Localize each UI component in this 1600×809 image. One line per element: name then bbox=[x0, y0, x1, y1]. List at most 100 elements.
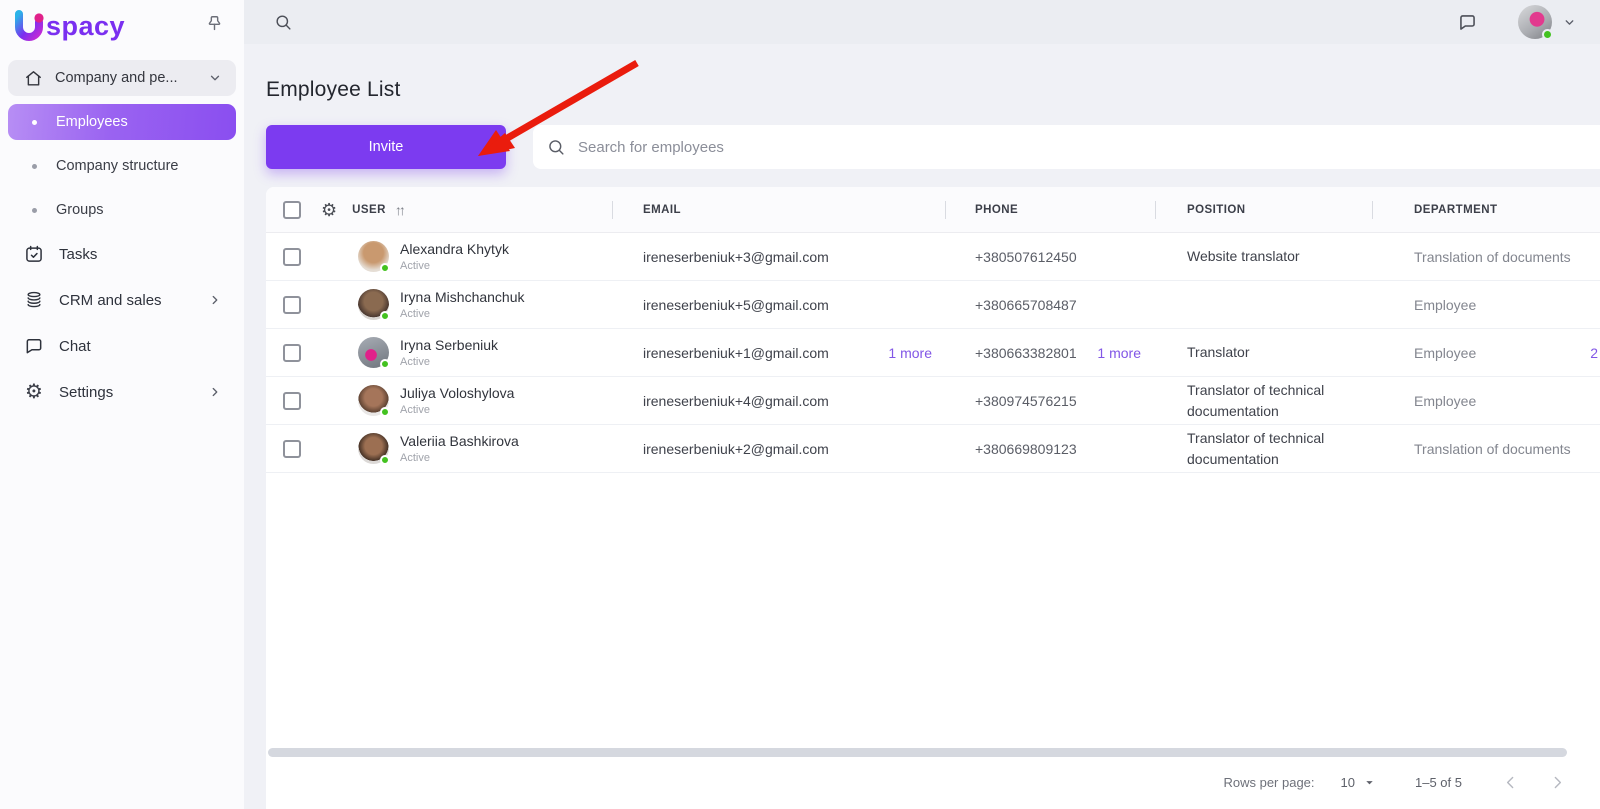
topbar bbox=[244, 0, 1600, 44]
sidebar-item-chat[interactable]: Chat bbox=[8, 328, 236, 364]
page-content: Employee List Invite ⚙ USER ↑↑ bbox=[244, 44, 1600, 809]
sidebar: spacy Company and pe... Employees bbox=[0, 0, 244, 809]
uspacy-logo[interactable]: spacy bbox=[12, 9, 125, 43]
online-status-dot bbox=[380, 359, 390, 369]
employee-email: ireneserbeniuk+1@gmail.com bbox=[643, 345, 829, 361]
employee-name[interactable]: Valeriia Bashkirova bbox=[400, 433, 519, 449]
phone-more-link[interactable]: 1 more bbox=[1097, 345, 1141, 361]
table-row[interactable]: Alexandra Khytyk Active ireneserbeniuk+3… bbox=[266, 233, 1600, 281]
table-row[interactable]: Iryna Mishchanchuk Active ireneserbeniuk… bbox=[266, 281, 1600, 329]
employee-name[interactable]: Iryna Serbeniuk bbox=[400, 337, 498, 353]
sidebar-item-label: CRM and sales bbox=[59, 292, 208, 309]
table-row[interactable]: Valeriia Bashkirova Active ireneserbeniu… bbox=[266, 425, 1600, 473]
employee-avatar[interactable] bbox=[358, 241, 389, 272]
row-checkbox[interactable] bbox=[283, 344, 301, 362]
table-header: ⚙ USER ↑↑ EMAIL PHONE POSITION DEPARTMEN… bbox=[266, 187, 1600, 233]
search-input[interactable] bbox=[578, 139, 1586, 156]
pin-sidebar-icon[interactable] bbox=[205, 14, 224, 38]
sidebar-item-tasks[interactable]: Tasks bbox=[8, 236, 236, 272]
sidebar-item-groups[interactable]: Groups bbox=[8, 192, 236, 228]
employee-status: Active bbox=[400, 308, 525, 320]
chat-bubble-icon bbox=[23, 336, 45, 356]
pagination-range: 1–5 of 5 bbox=[1415, 775, 1462, 790]
sidebar-item-label: Employees bbox=[56, 114, 128, 130]
table-row[interactable]: Iryna Serbeniuk Active ireneserbeniuk+1@… bbox=[266, 329, 1600, 377]
sidebar-nav: Company and pe... Employees Company stru… bbox=[0, 52, 244, 428]
employee-name[interactable]: Juliya Voloshylova bbox=[400, 385, 514, 401]
rows-per-page-select[interactable]: 10 bbox=[1341, 775, 1375, 790]
column-header-email[interactable]: EMAIL bbox=[643, 204, 681, 216]
sidebar-item-label: Chat bbox=[59, 338, 222, 355]
row-checkbox[interactable] bbox=[283, 248, 301, 266]
chevron-right-icon bbox=[208, 293, 222, 307]
database-icon bbox=[23, 290, 45, 310]
rows-per-page-value: 10 bbox=[1341, 775, 1355, 790]
department-more-link[interactable]: 2 bbox=[1590, 345, 1598, 361]
bullet-icon bbox=[32, 120, 37, 125]
employee-phone: +380507612450 bbox=[975, 249, 1077, 265]
employee-phone: +380974576215 bbox=[975, 393, 1077, 409]
employee-name[interactable]: Iryna Mishchanchuk bbox=[400, 289, 525, 305]
column-header-department[interactable]: DEPARTMENT bbox=[1414, 204, 1498, 216]
sidebar-item-employees[interactable]: Employees bbox=[8, 104, 236, 140]
table-row[interactable]: Juliya Voloshylova Active ireneserbeniuk… bbox=[266, 377, 1600, 425]
row-checkbox[interactable] bbox=[283, 392, 301, 410]
toolbar: Invite bbox=[266, 125, 1600, 169]
row-checkbox[interactable] bbox=[283, 296, 301, 314]
messages-icon[interactable] bbox=[1457, 12, 1478, 33]
table-settings-gear-icon[interactable]: ⚙ bbox=[321, 201, 337, 219]
employee-department: Employee bbox=[1414, 393, 1476, 409]
search-icon bbox=[547, 138, 566, 157]
online-status-dot bbox=[380, 407, 390, 417]
employee-position: Translator of technical documentation bbox=[1187, 428, 1352, 469]
employee-status: Active bbox=[400, 260, 509, 272]
horizontal-scrollbar[interactable] bbox=[268, 748, 1567, 757]
sidebar-item-label: Groups bbox=[56, 202, 104, 218]
row-checkbox[interactable] bbox=[283, 440, 301, 458]
search-icon[interactable] bbox=[274, 13, 293, 32]
employee-phone: +380665708487 bbox=[975, 297, 1077, 313]
sidebar-item-settings[interactable]: ⚙ Settings bbox=[8, 374, 236, 410]
employee-avatar[interactable] bbox=[358, 337, 389, 368]
sidebar-group-label: Company and pe... bbox=[55, 70, 208, 86]
chevron-down-icon bbox=[1364, 777, 1375, 788]
user-avatar[interactable] bbox=[1518, 5, 1552, 39]
employee-position: Translator of technical documentation bbox=[1187, 380, 1352, 421]
employee-status: Active bbox=[400, 356, 498, 368]
email-more-link[interactable]: 1 more bbox=[888, 345, 932, 361]
online-status-dot bbox=[380, 263, 390, 273]
previous-page-button[interactable] bbox=[1498, 770, 1523, 795]
chevron-down-icon bbox=[208, 71, 222, 85]
employee-department: Employee bbox=[1414, 345, 1476, 361]
employee-phone: +380669809123 bbox=[975, 441, 1077, 457]
employee-avatar[interactable] bbox=[358, 433, 389, 464]
online-status-dot bbox=[380, 455, 390, 465]
rows-per-page-label: Rows per page: bbox=[1223, 775, 1314, 790]
employee-position: Translator bbox=[1187, 342, 1250, 362]
invite-button[interactable]: Invite bbox=[266, 125, 506, 169]
chevron-right-icon bbox=[208, 385, 222, 399]
select-all-checkbox[interactable] bbox=[283, 201, 301, 219]
sidebar-group-company-and-people[interactable]: Company and pe... bbox=[8, 60, 236, 96]
column-header-position[interactable]: POSITION bbox=[1187, 204, 1246, 216]
sidebar-item-label: Company structure bbox=[56, 158, 179, 174]
sort-arrows-icon[interactable]: ↑↑ bbox=[395, 202, 403, 218]
employee-search-box bbox=[533, 125, 1600, 169]
chevron-down-icon[interactable] bbox=[1563, 16, 1576, 29]
column-header-user[interactable]: USER bbox=[352, 204, 386, 216]
next-page-button[interactable] bbox=[1545, 770, 1570, 795]
employee-email: ireneserbeniuk+5@gmail.com bbox=[643, 297, 829, 313]
employee-name[interactable]: Alexandra Khytyk bbox=[400, 241, 509, 257]
sidebar-item-crm-and-sales[interactable]: CRM and sales bbox=[8, 282, 236, 318]
sidebar-item-label: Settings bbox=[59, 384, 208, 401]
employee-phone: +380663382801 bbox=[975, 345, 1077, 361]
online-status-dot bbox=[1542, 29, 1553, 40]
column-header-phone[interactable]: PHONE bbox=[975, 204, 1018, 216]
sidebar-item-company-structure[interactable]: Company structure bbox=[8, 148, 236, 184]
page-title: Employee List bbox=[266, 78, 1600, 102]
employee-department: Translation of documents bbox=[1414, 441, 1571, 457]
employee-avatar[interactable] bbox=[358, 385, 389, 416]
employee-avatar[interactable] bbox=[358, 289, 389, 320]
sidebar-item-label: Tasks bbox=[59, 246, 222, 263]
pagination: Rows per page: 10 1–5 of 5 bbox=[1223, 770, 1570, 795]
